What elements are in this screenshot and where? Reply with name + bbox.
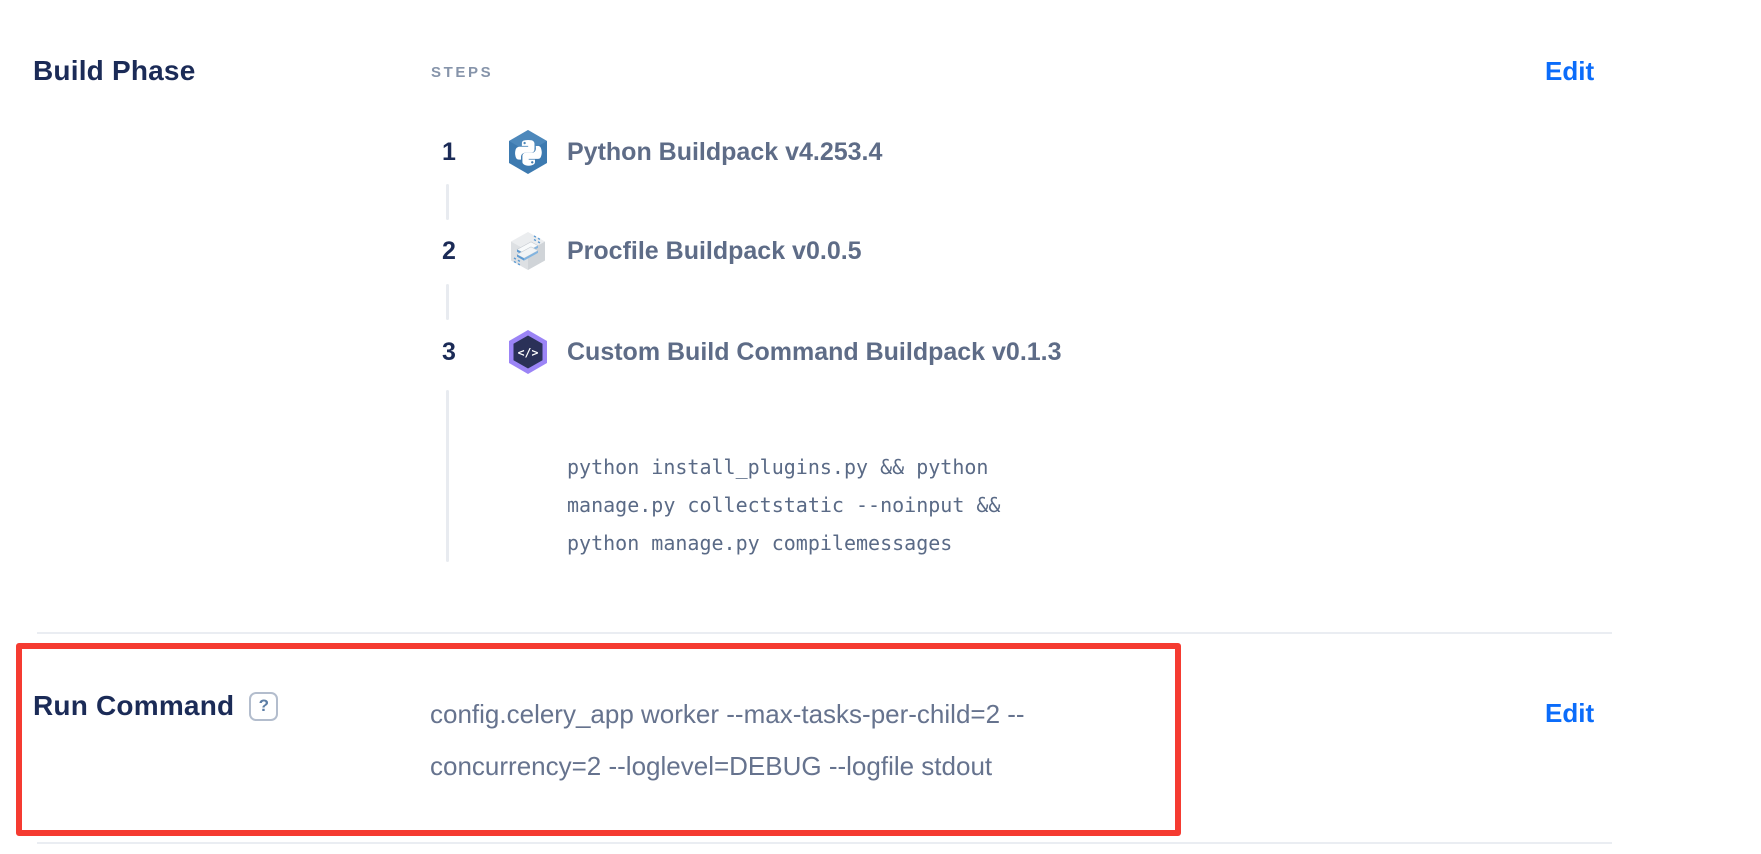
build-phase-edit-button[interactable]: Edit	[1545, 56, 1594, 87]
section-divider	[37, 842, 1612, 844]
section-divider	[37, 632, 1612, 634]
command-line: config.celery_app worker --max-tasks-per…	[430, 688, 1025, 740]
python-buildpack-icon	[504, 128, 552, 176]
settings-page: Build Phase STEPS Edit 1 Python Buildpac…	[0, 0, 1761, 854]
code-line: python manage.py compilemessages	[567, 524, 1000, 562]
run-command-value: config.celery_app worker --max-tasks-per…	[430, 688, 1025, 792]
buildpack-name: Custom Build Command Buildpack v0.1.3	[567, 338, 1062, 367]
svg-text:</>: </>	[518, 346, 539, 360]
run-command-header: Run Command ?	[33, 690, 278, 722]
build-step-row: 1 Python Buildpack v4.253.4	[442, 128, 882, 176]
build-step-row: 3 </> Custom Build Command Buildpack v0.…	[442, 328, 1062, 376]
run-command-edit-button[interactable]: Edit	[1545, 698, 1594, 729]
step-number: 3	[442, 338, 464, 367]
step-number: 1	[442, 138, 464, 167]
command-line: concurrency=2 --loglevel=DEBUG --logfile…	[430, 740, 1025, 792]
run-command-title: Run Command	[33, 690, 234, 722]
build-step-row: 2 Procfile Buildpack v0.0.5	[442, 227, 862, 275]
custom-build-command-code: python install_plugins.py && python mana…	[567, 448, 1000, 562]
step-connector-line	[446, 184, 449, 220]
help-icon[interactable]: ?	[249, 692, 278, 721]
build-phase-title: Build Phase	[33, 55, 195, 87]
buildpack-name: Python Buildpack v4.253.4	[567, 138, 882, 167]
code-line: python install_plugins.py && python	[567, 448, 1000, 486]
procfile-buildpack-icon	[504, 227, 552, 275]
step-connector-line	[446, 390, 449, 562]
step-number: 2	[442, 237, 464, 266]
code-line: manage.py collectstatic --noinput &&	[567, 486, 1000, 524]
custom-build-command-buildpack-icon: </>	[504, 328, 552, 376]
steps-column-label: STEPS	[431, 64, 493, 81]
buildpack-name: Procfile Buildpack v0.0.5	[567, 237, 862, 266]
step-connector-line	[446, 284, 449, 320]
